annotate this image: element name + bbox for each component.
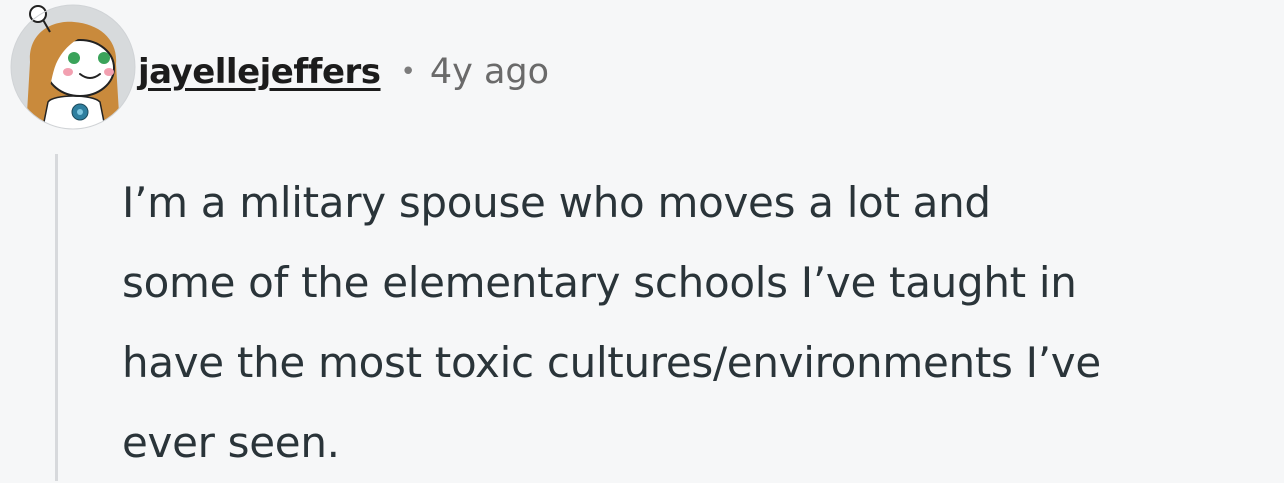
avatar[interactable]	[8, 2, 138, 132]
comment-body-line: I’m a mlitary spouse who moves a lot and	[122, 178, 991, 227]
comment-body-line: ever seen.	[122, 418, 340, 467]
comment-meta: jayellejeffers • 4y ago	[138, 48, 549, 96]
snoo-avatar-icon	[10, 4, 136, 130]
comment-timestamp[interactable]: 4y ago	[430, 52, 549, 92]
thread-line[interactable]	[55, 154, 58, 481]
comment-body-line: some of the elementary schools I’ve taug…	[122, 258, 1077, 307]
comment-body: I’m a mlitary spouse who moves a lot and…	[122, 163, 1272, 483]
comment: jayellejeffers • 4y ago I’m a mlitary sp…	[0, 0, 1284, 481]
meta-separator: •	[400, 57, 416, 87]
author-username[interactable]: jayellejeffers	[138, 52, 381, 92]
comment-body-line: have the most toxic cultures/environment…	[122, 338, 1101, 387]
